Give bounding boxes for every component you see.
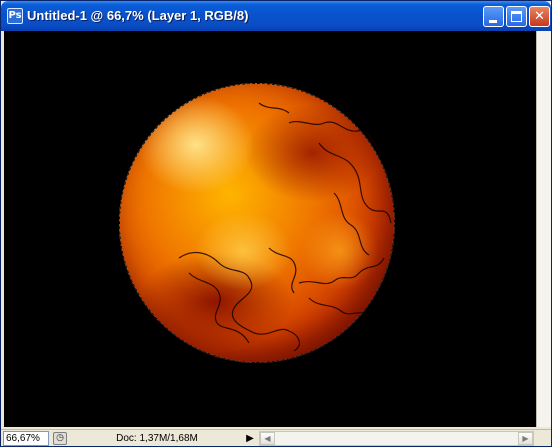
document-window: Ps Untitled-1 @ 66,7% (Layer 1, RGB/8) ✕ (0, 0, 552, 447)
photoshop-document-icon[interactable]: Ps (7, 8, 23, 24)
window-title: Untitled-1 @ 66,7% (Layer 1, RGB/8) (27, 8, 249, 23)
status-menu-arrow-icon[interactable]: ▶ (244, 432, 256, 445)
vertical-scrollbar[interactable] (536, 31, 551, 427)
title-bar[interactable]: Ps Untitled-1 @ 66,7% (Layer 1, RGB/8) ✕ (1, 1, 551, 31)
close-icon: ✕ (534, 9, 545, 24)
resize-corner[interactable] (536, 431, 551, 446)
scroll-left-icon[interactable]: ◀ (260, 432, 275, 445)
document-size-info: Doc: 1,37M/1,68M (116, 433, 198, 444)
scroll-right-icon[interactable]: ▶ (518, 432, 533, 445)
status-info-icon[interactable]: ◷ (53, 432, 67, 445)
close-button[interactable]: ✕ (529, 6, 550, 27)
maximize-icon (511, 11, 522, 22)
marquee-selection[interactable] (119, 83, 395, 363)
minimize-button[interactable] (483, 6, 504, 27)
status-bar: 66,67% ◷ Doc: 1,37M/1,68M ▶ ◀ ▶ (1, 429, 551, 446)
horizontal-scrollbar[interactable]: ◀ ▶ (259, 431, 534, 446)
minimize-icon (489, 20, 497, 23)
maximize-button[interactable] (506, 6, 527, 27)
zoom-level-field[interactable]: 66,67% (3, 431, 49, 446)
document-canvas[interactable] (4, 31, 536, 427)
